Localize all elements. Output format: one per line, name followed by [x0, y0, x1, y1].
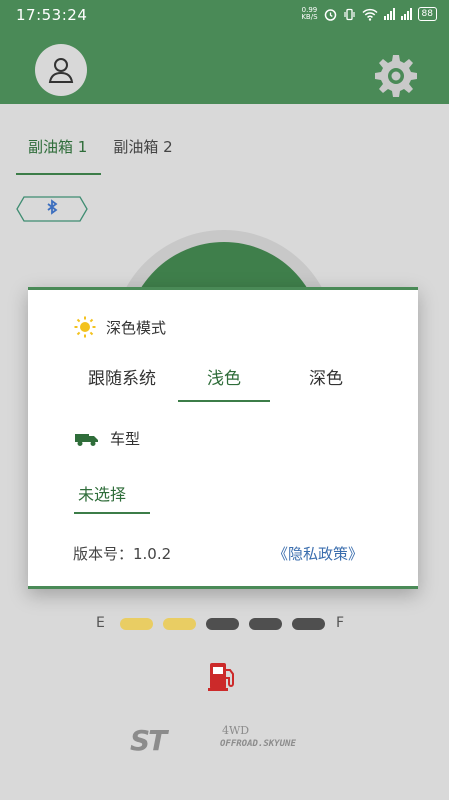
signal-icon — [383, 8, 395, 20]
level-segment — [163, 618, 196, 630]
theme-section-title: 深色模式 — [74, 316, 166, 338]
vehicle-title: 车型 — [110, 430, 141, 448]
settings-dialog: 深色模式 跟随系统 浅色 深色 车型 未选择 版本号：1.0.2 《隐私政策》 — [28, 287, 418, 589]
fuel-pump-icon — [208, 663, 234, 691]
vibrate-icon — [343, 8, 355, 20]
bluetooth-button[interactable] — [16, 196, 88, 222]
level-segment — [206, 618, 239, 630]
avatar[interactable] — [35, 44, 87, 96]
wifi-icon — [362, 8, 378, 21]
status-icons: 0.99 KB/S 88 — [301, 7, 437, 21]
status-time: 17:53:24 — [16, 6, 88, 24]
tab-tank-2[interactable]: 副油箱 2 — [101, 128, 186, 175]
vehicle-section-title: 车型 — [74, 428, 140, 449]
fuel-level-indicator: E F — [96, 612, 356, 636]
brand-line2: OFFROAD.SKYUNE — [220, 739, 296, 749]
tank-tabs: 副油箱 1 副油箱 2 — [16, 128, 187, 175]
brand-line1: 4WD — [222, 724, 250, 737]
bluetooth-icon — [47, 199, 58, 215]
gear-icon[interactable] — [373, 53, 419, 99]
network-speed: 0.99 KB/S — [301, 6, 318, 21]
level-empty-label: E — [96, 615, 105, 631]
brand-logo: ST 4WD OFFROAD.SKYUNE — [130, 722, 320, 757]
level-segment — [249, 618, 282, 630]
level-full-label: F — [336, 615, 345, 631]
theme-title: 深色模式 — [106, 318, 167, 337]
signal-2-icon — [400, 8, 412, 20]
vehicle-select-underline — [74, 512, 150, 514]
level-segment — [120, 618, 153, 630]
app-header: 17:53:24 0.99 KB/S 88 — [0, 0, 449, 104]
tab-tank-1[interactable]: 副油箱 1 — [16, 128, 102, 175]
status-bar: 17:53:24 0.99 KB/S 88 — [0, 0, 449, 32]
theme-option-light[interactable]: 浅色 — [178, 364, 270, 389]
truck-icon — [75, 433, 98, 446]
sun-icon — [74, 316, 96, 338]
user-outline-icon — [48, 58, 74, 83]
theme-selected-indicator — [178, 400, 270, 402]
theme-option-dark[interactable]: 深色 — [280, 364, 372, 389]
vehicle-select[interactable]: 未选择 — [78, 481, 126, 505]
level-segment — [292, 618, 325, 630]
privacy-policy-link[interactable]: 《隐私政策》 — [273, 543, 363, 564]
alarm-icon — [324, 8, 336, 21]
battery-indicator: 88 — [417, 7, 437, 21]
brand-mark: ST — [130, 724, 167, 757]
theme-option-system[interactable]: 跟随系统 — [76, 364, 168, 389]
version-label: 版本号：1.0.2 — [73, 545, 172, 563]
